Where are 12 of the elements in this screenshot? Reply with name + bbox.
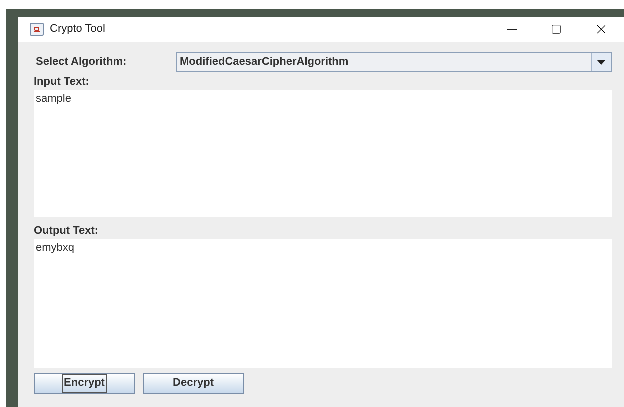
algorithm-dropdown[interactable]: ModifiedCaesarCipherAlgorithm (176, 52, 612, 72)
output-text-area[interactable]: emybxq (34, 239, 612, 368)
maximize-icon (551, 24, 562, 35)
action-button[interactable]: Encrypt (34, 373, 135, 394)
input-label: Input Text: (34, 75, 90, 89)
algorithm-label: Select Algorithm: (35, 54, 128, 70)
window-title: Crypto Tool (50, 22, 106, 38)
output-label: Output Text: (34, 224, 100, 238)
action-button[interactable]: Decrypt (143, 373, 244, 394)
input-text-area[interactable]: sample (34, 90, 612, 217)
minimize-icon (506, 29, 516, 30)
dropdown-arrow-icon (597, 60, 606, 64)
